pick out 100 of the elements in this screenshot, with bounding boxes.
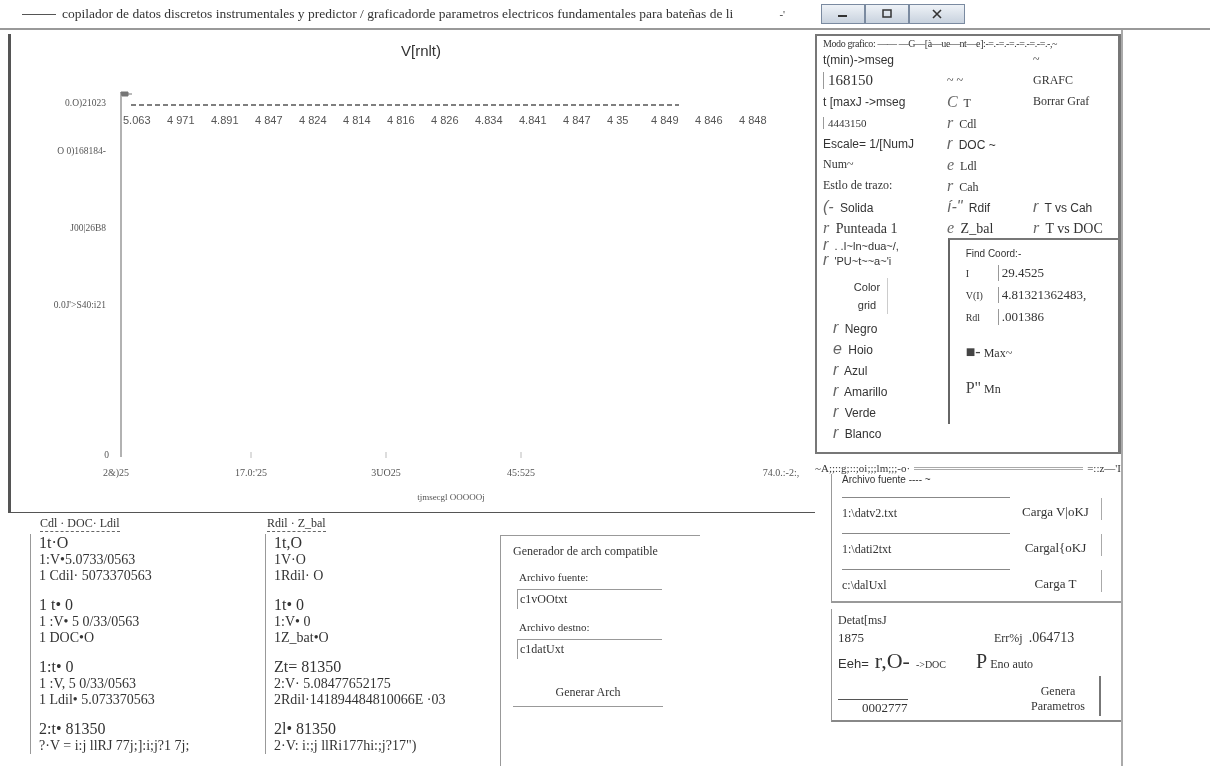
readout-text: 1 :V• 5 0/33/0563 — [39, 614, 141, 630]
readout-text: 1t• 0 — [274, 596, 306, 614]
generate-button[interactable]: Generar Arch — [513, 675, 663, 707]
color-option[interactable]: e Hoio — [833, 339, 948, 360]
y-axis-label: O 0)168184- — [57, 146, 106, 156]
file-path-field[interactable]: c:\dalUxl — [842, 569, 1010, 593]
destination-label: Archivo destno: — [519, 621, 591, 633]
readout-text: 1:V•5.0733/0563 — [39, 552, 137, 568]
limit-option[interactable]: P" Mn — [965, 379, 1118, 397]
readout-text: 1Z_bat•O — [274, 630, 330, 646]
variable-option[interactable]: C T — [947, 92, 1033, 111]
y-axis-label: J00|26B8 — [70, 223, 106, 233]
plot-option[interactable]: r T vs Cah — [1033, 197, 1119, 216]
readout-text: 1Rdil· O — [274, 568, 325, 584]
point-label: 4 826 — [431, 114, 459, 126]
title-mark: -' — [779, 8, 786, 20]
auto-option[interactable]: P Eno auto — [976, 650, 1034, 673]
chart-title: V[rnlt) — [401, 42, 441, 59]
close-icon — [930, 9, 945, 19]
readout-text: 2:V· 5.08477652175 — [274, 676, 392, 692]
plot-option[interactable]: r T vs DOC — [1033, 218, 1119, 237]
readout-text: ?·V = i:j llRJ 77j;]:i;j?1 7j; — [39, 738, 191, 754]
scale-label: Escale= 1/[NumJ — [823, 136, 916, 151]
delta-field[interactable]: 1875 — [838, 630, 988, 646]
point-label: 4 35 — [607, 114, 629, 126]
coordinate-label: I — [965, 268, 970, 279]
style-option[interactable]: r 'PU~t~~a~'i — [823, 253, 948, 268]
variable-option[interactable]: í-" Rdif — [947, 197, 1033, 216]
readout-text: 1 DOC•O — [39, 630, 96, 646]
tmin-label: t(min)->mseg — [823, 52, 895, 67]
eeh-value: r,O- — [874, 648, 910, 674]
variable-option[interactable]: r Cdl — [947, 113, 1033, 132]
readout-text: 1:t• 0 — [39, 658, 75, 676]
error-label: Err%j — [994, 631, 1023, 646]
tilde-text: ~ — [1033, 52, 1041, 67]
readout-text: 2·V: i:;j llRi177hi:;j?17") — [274, 738, 418, 754]
point-label: 4 846 — [695, 114, 723, 126]
num-label: Num~ — [823, 157, 855, 172]
point-label: 5.063 — [123, 114, 151, 126]
variable-option[interactable]: r DOC ~ — [947, 134, 1033, 153]
readout-text: 1:V• 0 — [274, 614, 312, 630]
readout-text: 1 Cdil· 5073370563 — [39, 568, 153, 584]
load-button[interactable]: Carga T — [1010, 570, 1102, 592]
load-button[interactable]: Cargal{oKJ — [1010, 534, 1102, 556]
readout-text: 1 Ldil• 5.073370563 — [39, 692, 156, 708]
style-option[interactable]: r . .I~ln~dua~/, — [823, 238, 948, 253]
x-axis-label: 2&)25 — [102, 467, 130, 478]
style-option[interactable]: r Punteada 1 — [823, 218, 947, 237]
destination-field[interactable]: c1datUxt — [517, 639, 662, 659]
file-path-field[interactable]: 1:\dati2txt — [842, 533, 1010, 557]
variable-option[interactable]: e Ldl — [947, 155, 1033, 174]
marker-icon — [120, 91, 133, 97]
tmin-field[interactable]: 168150 — [823, 72, 873, 89]
color-option[interactable]: r Blanco — [833, 423, 948, 444]
generator-title: Generador de arch compatible — [513, 544, 659, 559]
tmax-field[interactable]: 4443150 — [823, 116, 867, 129]
generate-parameters-button[interactable]: Genera Parametros — [1023, 676, 1101, 716]
point-label: 4.891 — [211, 114, 239, 126]
close-button[interactable] — [909, 4, 966, 24]
window-title: copilador de datos discretos instrumentales y predictor / graficadorde parametros electricos fundamentales para bateñas de li — [62, 6, 734, 22]
eeh-label: Eeh= — [838, 656, 869, 671]
maximize-button[interactable] — [865, 4, 910, 24]
x-axis-title: tjmsecgl OOOOOj — [417, 492, 485, 502]
point-label: 4 847 — [255, 114, 283, 126]
readout-text: Zt= 81350 — [274, 658, 343, 676]
files-title: Archivo fuente ---- ~ — [842, 474, 932, 485]
coordinate-value: 29.4525 — [997, 265, 1044, 281]
color-option[interactable]: r Negro — [833, 318, 948, 339]
mode-label: Modo grafico: —— —G—[à—ue—nt—e]:-=.-=.-=.-=.-=.-=.-,~ — [823, 38, 1059, 49]
readout-text: 1t·O — [39, 534, 70, 552]
file-path-field[interactable]: 1:\datv2.txt — [842, 497, 1010, 521]
source-field[interactable]: c1vOOtxt — [517, 589, 662, 609]
coordinate-label: V(I) — [965, 290, 984, 301]
source-label: Archivo fuente: — [519, 571, 590, 583]
variable-option[interactable]: r Cah — [947, 176, 1033, 195]
delta-label: Detat[msJ — [838, 613, 888, 628]
x-axis-label: 3UO25 — [371, 467, 401, 478]
coordinate-label: Rdl — [965, 312, 982, 323]
readout-text: 2Rdil·141894484810066E ·03 — [274, 692, 447, 708]
section-mark: =::z—'I — [1087, 462, 1121, 474]
point-label: 4.834 — [475, 114, 503, 126]
graph-button[interactable]: GRAFC — [1033, 73, 1119, 88]
y-axis-label: 0.O)21023 — [65, 98, 106, 108]
clear-button[interactable]: Borrar Graf — [1033, 94, 1119, 109]
x-axis-label: 17.0:'25 — [234, 467, 268, 478]
minimize-button[interactable] — [821, 4, 866, 24]
readout-text: 1 t• 0 — [39, 596, 75, 614]
point-label: 4 847 — [563, 114, 591, 126]
tilde-text: ~ ~ — [947, 73, 964, 88]
load-button[interactable]: Carga V|oKJ — [1010, 498, 1102, 520]
color-option[interactable]: r Verde — [833, 402, 948, 423]
tmax-label: t [maxJ ->mseg — [823, 94, 907, 109]
column-header: Cdl · DOC· Ldil — [40, 516, 120, 532]
limit-option[interactable]: ■- Max~ — [965, 343, 1118, 361]
variable-option[interactable]: e Z_bal — [947, 218, 1033, 237]
color-option[interactable]: r Azul — [833, 360, 948, 381]
style-option[interactable]: (- Solida — [823, 197, 947, 216]
color-option[interactable]: r Amarillo — [833, 381, 948, 402]
readout-text: 1 :V, 5 0/33/0563 — [39, 676, 137, 692]
x-axis-label: 45:525 — [507, 467, 535, 478]
